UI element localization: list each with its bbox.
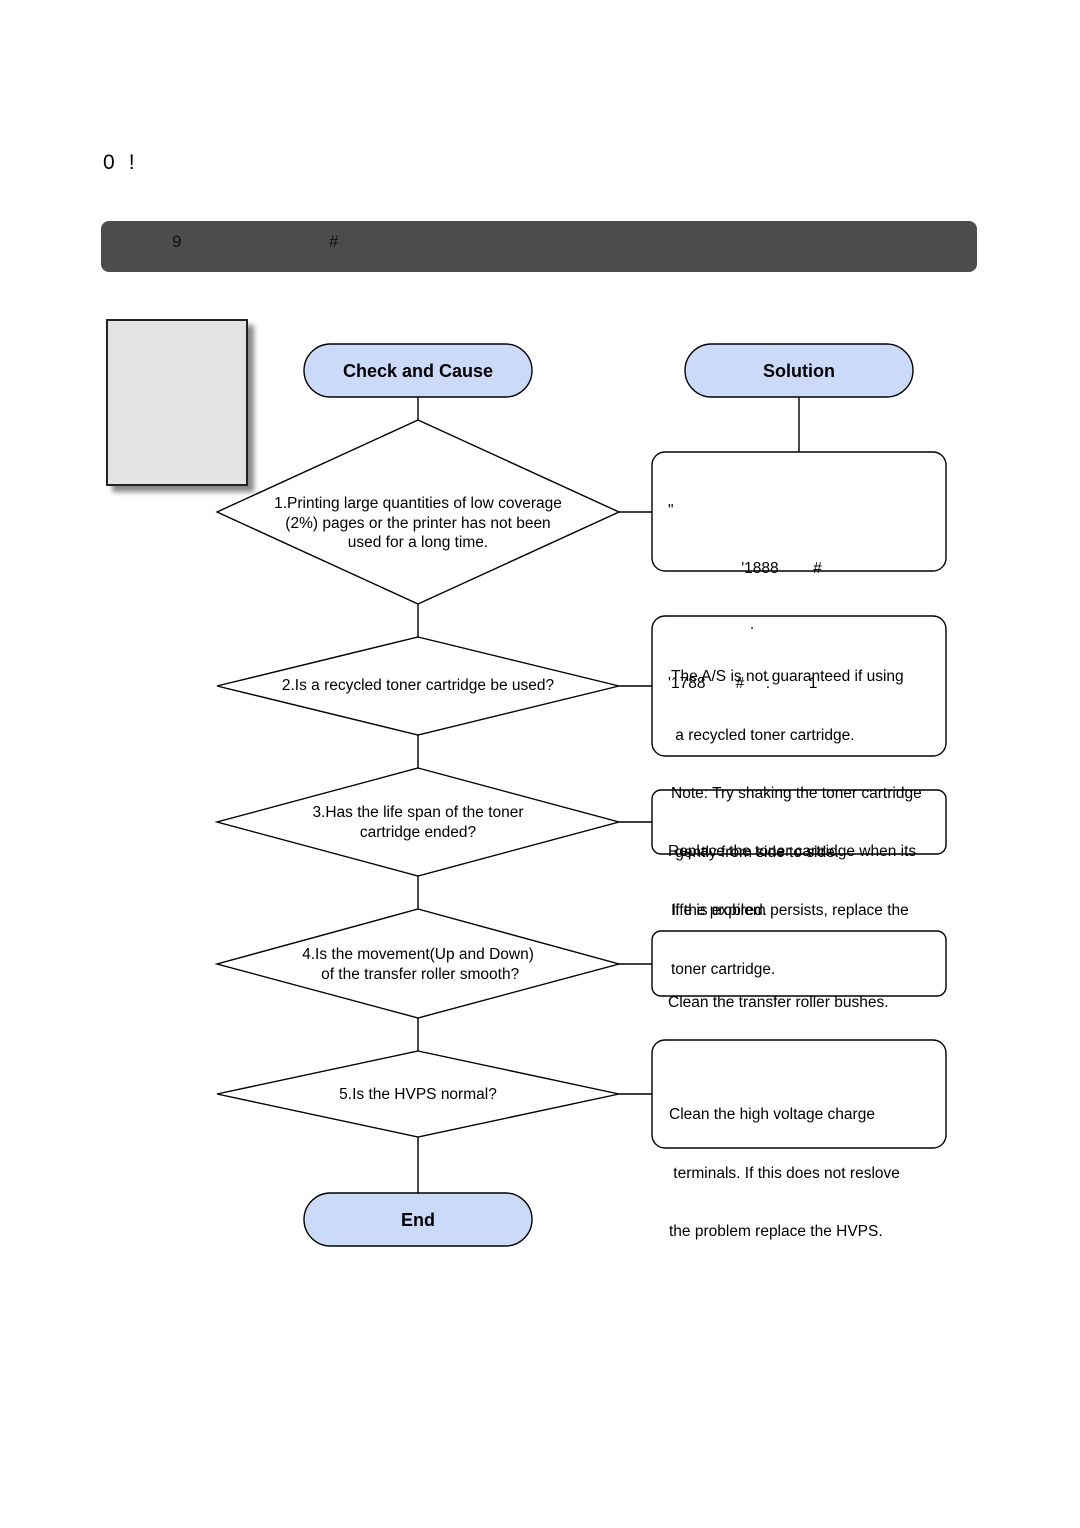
solution-5-text: Clean the high voltage charge terminals.…: [669, 1066, 900, 1261]
question-2: 2.Is a recycled toner cartridge be used?: [238, 676, 598, 696]
question-line: of the transfer roller smooth?: [316, 965, 520, 983]
question-1: 1.Printing large quantities of low cover…: [238, 494, 598, 553]
question-line: 4.Is the movement(Up and Down): [302, 946, 534, 963]
question-line: cartridge ended?: [359, 823, 477, 841]
header-solution: Solution: [763, 361, 835, 381]
solution-line: Clean the high voltage charge: [669, 1106, 875, 1123]
question-line: 2.Is a recycled toner cartridge be used?: [281, 677, 555, 694]
solution-line: life is expired.: [668, 901, 768, 919]
question-line: 5.Is the HVPS normal?: [339, 1086, 497, 1103]
question-line: (2%) pages or the printer has not been: [285, 514, 551, 532]
solution-4-text: Clean the transfer roller bushes.: [668, 954, 889, 1032]
solution-3-text: Replace the toner cartridge when its lif…: [668, 803, 916, 940]
solution-line: Clean the transfer roller bushes.: [668, 994, 889, 1011]
solution-line: Replace the toner cartridge when its: [668, 843, 917, 860]
solution-line: The A/S is not guaranteed if using: [671, 668, 904, 685]
solution-line: Note: Try shaking the toner cartridge: [671, 785, 922, 802]
end-label: End: [401, 1210, 435, 1230]
question-3: 3.Has the life span of the toner cartrid…: [238, 803, 598, 842]
solution-line: ": [668, 502, 674, 519]
question-line: 1.Printing large quantities of low cover…: [274, 495, 562, 512]
solution-line: the problem replace the HVPS.: [669, 1223, 883, 1240]
solution-line: a recycled toner cartridge.: [671, 726, 855, 744]
solution-line: terminals. If this does not reslove: [669, 1164, 900, 1182]
question-line: used for a long time.: [347, 534, 489, 552]
header-check-and-cause: Check and Cause: [342, 361, 494, 381]
question-line: 3.Has the life span of the toner: [312, 804, 524, 821]
solution-line: '1888 #: [668, 560, 822, 577]
question-5: 5.Is the HVPS normal?: [238, 1085, 598, 1105]
question-4: 4.Is the movement(Up and Down) of the tr…: [238, 945, 598, 984]
